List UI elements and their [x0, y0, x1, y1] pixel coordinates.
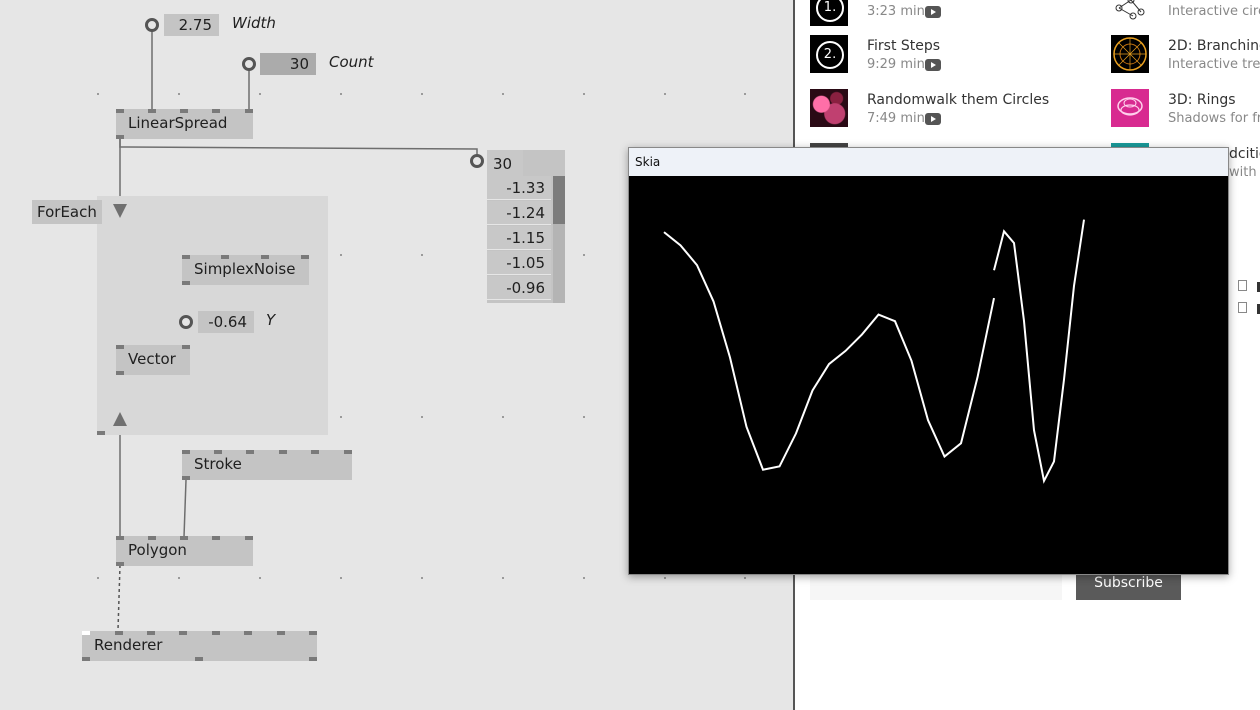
- foreach-region-pin[interactable]: [97, 431, 105, 435]
- foreach-splitter-icon: [113, 204, 127, 218]
- spread-value-0: -1.33: [487, 176, 551, 200]
- renderer-node[interactable]: Renderer: [82, 631, 317, 661]
- rendered-polygon: [663, 231, 995, 471]
- example-subtitle-3: Shadows for fre: [1168, 111, 1260, 126]
- tutorial-duration-1: 3:23 min: [867, 4, 925, 19]
- count-knob[interactable]: [242, 57, 256, 71]
- play-icon[interactable]: [925, 6, 941, 18]
- linear-spread-label: LinearSpread: [128, 114, 228, 132]
- spread-scrollbar[interactable]: [553, 176, 565, 303]
- tutorial-duration-3: 7:49 min: [867, 111, 925, 126]
- renderer-label: Renderer: [94, 636, 163, 654]
- tutorial-thumb-2: 2.: [810, 35, 848, 73]
- example-title-2[interactable]: 2D: Branching: [1168, 38, 1260, 54]
- tutorial-thumb-1: 1.: [810, 0, 848, 26]
- vector-node[interactable]: Vector: [116, 345, 190, 375]
- spread-scrollbar-thumb[interactable]: [553, 176, 565, 224]
- example-thumb-1: [1115, 0, 1145, 20]
- document-icon[interactable]: [1238, 280, 1247, 291]
- y-iobox[interactable]: -0.64: [198, 311, 254, 333]
- polygon-node[interactable]: Polygon: [116, 536, 253, 566]
- document-icon[interactable]: [1238, 302, 1247, 313]
- y-knob[interactable]: [179, 315, 193, 329]
- example-title-3[interactable]: 3D: Rings: [1168, 92, 1236, 108]
- skia-window[interactable]: Skia: [628, 147, 1229, 575]
- spread-value-3: -1.05: [487, 251, 551, 275]
- stroke-node[interactable]: Stroke: [182, 450, 352, 480]
- example-subtitle-4: with i: [1229, 165, 1260, 180]
- stroke-label: Stroke: [194, 455, 242, 473]
- simplex-noise-label: SimplexNoise: [194, 260, 296, 278]
- skia-canvas[interactable]: [629, 176, 1228, 574]
- spread-viewer[interactable]: 30 -1.33 -1.24 -1.15 -1.05 -0.96: [487, 150, 565, 303]
- vector-label: Vector: [128, 350, 176, 368]
- tutorial-badge-2: 2.: [816, 41, 844, 69]
- tutorial-badge-1: 1.: [816, 0, 844, 22]
- tutorial-title-2[interactable]: First Steps: [867, 38, 940, 54]
- width-label: Width: [232, 14, 276, 32]
- width-knob[interactable]: [145, 18, 159, 32]
- y-label: Y: [266, 311, 276, 329]
- foreach-accumulator-icon: [113, 412, 127, 426]
- spread-viewer-knob[interactable]: [470, 154, 484, 168]
- skia-window-title: Skia: [635, 155, 661, 169]
- tutorial-title-3[interactable]: Randomwalk them Circles: [867, 92, 1049, 108]
- spread-count: 30: [487, 150, 523, 176]
- tutorial-thumb-3: [810, 89, 848, 127]
- width-iobox[interactable]: 2.75: [164, 14, 219, 36]
- tutorial-duration-2: 9:29 min: [867, 57, 925, 72]
- example-thumb-3: [1111, 89, 1149, 127]
- simplex-noise-node[interactable]: SimplexNoise: [182, 255, 309, 285]
- example-subtitle-2: Interactive tree: [1168, 57, 1260, 72]
- foreach-label[interactable]: ForEach: [32, 200, 102, 224]
- count-iobox[interactable]: 30: [260, 53, 316, 75]
- spread-value-2: -1.15: [487, 226, 551, 250]
- example-title-4[interactable]: dcitie: [1229, 146, 1260, 162]
- skia-titlebar[interactable]: Skia: [629, 148, 1228, 176]
- example-subtitle-1: Interactive circle: [1168, 4, 1260, 19]
- count-label: Count: [329, 53, 374, 71]
- spread-value-4: -0.96: [487, 276, 551, 300]
- spread-value-1: -1.24: [487, 201, 551, 225]
- linear-spread-node[interactable]: LinearSpread: [116, 109, 253, 139]
- rendered-polygon-segment: [993, 219, 1085, 484]
- play-icon[interactable]: [925, 59, 941, 71]
- polygon-label: Polygon: [128, 541, 187, 559]
- play-icon[interactable]: [925, 113, 941, 125]
- example-thumb-2: [1111, 35, 1149, 73]
